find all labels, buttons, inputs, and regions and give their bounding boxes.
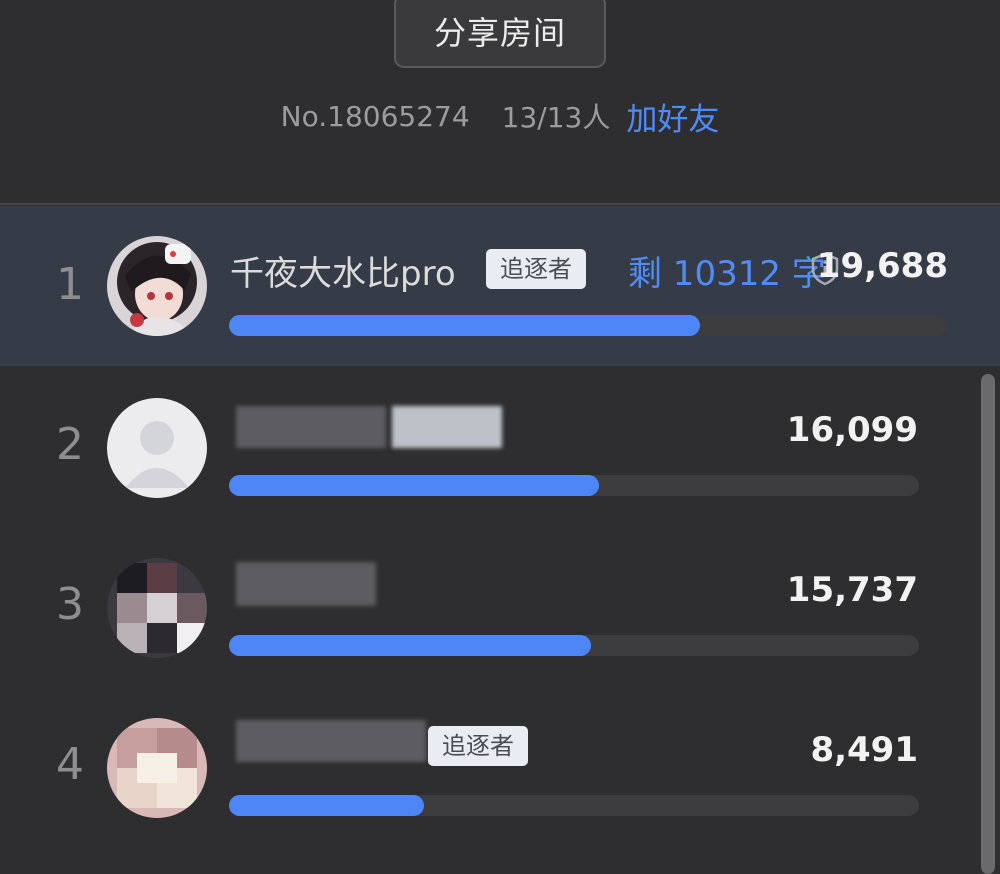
default-avatar-image (107, 398, 207, 498)
title-badge: 追逐者 (428, 726, 528, 766)
name-redacted (236, 562, 376, 606)
title-badge: 追逐者 (486, 249, 586, 289)
rank-number: 2 (56, 419, 84, 470)
score: 15,737 (786, 570, 918, 610)
avatar[interactable] (107, 236, 207, 336)
avatar[interactable] (107, 398, 207, 498)
progress-bar (229, 315, 948, 336)
progress-bar (229, 635, 919, 656)
progress-fill (229, 795, 424, 816)
progress-fill (229, 635, 591, 656)
share-room-button[interactable]: 分享房间 (394, 0, 606, 68)
ranking-row-3[interactable]: 3 15,737 (0, 526, 1000, 686)
rank-number: 4 (56, 739, 84, 790)
avatar[interactable] (107, 718, 207, 818)
room-number: No.18065274 (280, 99, 470, 133)
avatar-image (107, 236, 207, 336)
progress-bar (229, 475, 919, 496)
avatar-image (107, 558, 207, 658)
member-count: 13/13人 (501, 101, 611, 134)
progress-fill (229, 475, 599, 496)
avatar[interactable] (107, 558, 207, 658)
name-redacted (236, 720, 426, 762)
rank-number: 1 (56, 259, 84, 310)
add-friend-link[interactable]: 加好友 (626, 94, 719, 139)
scrollbar[interactable] (981, 374, 995, 874)
progress-fill (229, 315, 700, 336)
user-name: 千夜大水比pro (230, 254, 456, 294)
remaining-words: 剩 10312 字 (628, 254, 826, 294)
progress-bar (229, 795, 919, 816)
room-info: No.18065274 13/13人 加好友 (0, 94, 1000, 138)
score: 19,688 (816, 246, 948, 286)
ranking-row-2[interactable]: 2 16,099 (0, 366, 1000, 526)
score: 16,099 (786, 410, 918, 450)
avatar-image (107, 718, 207, 818)
rank-number: 3 (56, 579, 84, 630)
name-redacted (236, 406, 386, 448)
badge-redacted (392, 406, 502, 448)
ranking-row-1[interactable]: 1 千夜大水比pro 追逐者 剩 10312 字 19,688 (0, 206, 1000, 366)
score: 8,491 (810, 730, 918, 770)
list-divider (0, 203, 1000, 205)
ranking-row-4[interactable]: 4 追逐者 8,491 (0, 686, 1000, 846)
